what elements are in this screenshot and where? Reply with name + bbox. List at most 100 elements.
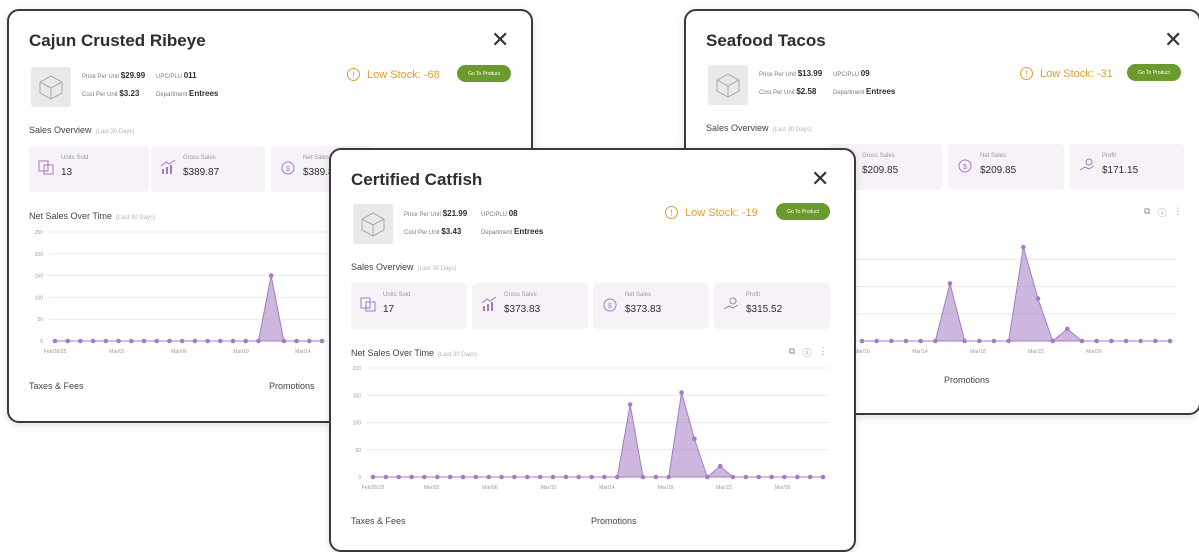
gross-sales-icon (481, 296, 497, 311)
sales-overview-heading: Sales Overview (Last 30 Days) (351, 262, 457, 272)
y-tick-label: 100 (35, 295, 44, 301)
low-stock-text: Low Stock: -19 (685, 206, 758, 219)
y-tick-label: 200 (353, 366, 362, 372)
series-area (373, 392, 823, 478)
y-tick-label: 100 (353, 421, 362, 427)
price-label: Price Per Unit (404, 212, 442, 218)
x-tick-label: Mar/06 (171, 349, 187, 355)
data-point (486, 474, 492, 480)
warning-icon: ! (665, 206, 678, 219)
x-tick-label: Mar/10 (541, 485, 557, 491)
export-icon[interactable]: ⧉ (789, 346, 795, 359)
more-icon[interactable]: ⋮ (1173, 206, 1182, 219)
data-point (977, 338, 982, 344)
series-area (55, 275, 322, 342)
data-point (807, 474, 813, 480)
stat-net-sales: $ Net Sales $373.83 (593, 283, 709, 329)
sales-overview-heading: Sales Overview (Last 30 Days) (29, 125, 135, 135)
net-sales-chart: 0 50 100 150 200 250 Feb/26/25 Mar/02 Mar/06 Mar/… (35, 230, 328, 355)
chart-tools: ⧉ ⓘ ⋮ (1144, 206, 1182, 219)
data-point (499, 474, 504, 480)
low-stock-indicator: ! Low Stock: -19 (665, 206, 758, 219)
data-point (65, 338, 71, 344)
promotions-heading: Promotions (591, 516, 637, 526)
x-tick-label: Mar/14 (912, 349, 928, 355)
stat-profit: Profit $315.52 (714, 283, 830, 329)
data-point (192, 338, 198, 344)
department-label: Department (833, 90, 865, 96)
data-point (473, 474, 479, 480)
data-point (874, 338, 879, 344)
cost-label: Cost Per Unit (82, 92, 118, 98)
data-point (179, 338, 185, 344)
data-point (666, 474, 672, 480)
data-point (319, 338, 325, 344)
data-point (889, 338, 894, 344)
upc-value: 08 (508, 209, 518, 218)
x-tick-label: Mar/26 (775, 485, 791, 491)
data-point (614, 474, 620, 480)
data-point (294, 338, 299, 344)
data-point (743, 474, 749, 480)
data-point (103, 338, 109, 344)
data-point (141, 338, 147, 344)
price-value: $29.99 (120, 71, 146, 80)
data-point (627, 402, 633, 407)
units-icon (38, 160, 54, 175)
go-to-product-button[interactable]: Go To Product (457, 65, 511, 82)
x-tick-label: Mar/26 (1086, 349, 1102, 355)
x-tick-label: Mar/02 (424, 485, 440, 491)
data-point (859, 338, 865, 344)
data-point (167, 338, 172, 344)
y-tick-label: 200 (35, 252, 44, 258)
more-icon[interactable]: ⋮ (818, 346, 827, 359)
cost-value: $3.43 (441, 227, 462, 236)
close-icon[interactable]: ✕ (491, 29, 509, 51)
price-label: Price Per Unit (759, 72, 797, 78)
upc-label: UPC/PLU (156, 74, 183, 80)
data-point (256, 338, 261, 344)
series-area (862, 247, 1170, 342)
go-to-product-button[interactable]: Go To Product (1127, 64, 1181, 81)
data-point (1153, 338, 1158, 344)
warning-icon: ! (1020, 67, 1033, 80)
x-tick-label: Feb/26/25 (44, 349, 67, 355)
product-title: Cajun Crusted Ribeye (29, 31, 206, 50)
close-icon[interactable]: ✕ (1164, 29, 1182, 51)
x-tick-label: Mar/18 (658, 485, 674, 491)
data-point (78, 338, 83, 344)
data-point (409, 474, 414, 480)
data-point (154, 338, 160, 344)
units-icon (360, 297, 376, 312)
low-stock-text: Low Stock: -68 (367, 68, 440, 81)
product-box-icon (708, 65, 748, 105)
cost-value: $2.58 (796, 87, 817, 96)
product-box-icon (353, 204, 393, 244)
go-to-product-button[interactable]: Go To Product (776, 203, 830, 220)
data-point (704, 474, 710, 480)
data-point (281, 338, 287, 344)
y-tick-label: 250 (35, 230, 44, 236)
cost-value: $3.23 (119, 89, 140, 98)
product-title: Seafood Tacos (706, 31, 826, 50)
data-point (243, 338, 249, 344)
help-icon[interactable]: ⓘ (1157, 206, 1166, 219)
data-point (1006, 338, 1011, 344)
data-point (1065, 326, 1070, 332)
data-point (52, 338, 58, 344)
data-point (306, 338, 312, 344)
export-icon[interactable]: ⧉ (1144, 206, 1150, 219)
data-point (563, 474, 569, 480)
x-tick-label: Mar/10 (233, 349, 249, 355)
department-label: Department (481, 230, 513, 236)
stat-gross-sales: Gross Sales $373.83 (472, 283, 588, 329)
close-icon[interactable]: ✕ (811, 168, 829, 190)
data-point (1021, 244, 1026, 250)
data-point (128, 338, 134, 344)
data-point (1094, 338, 1099, 344)
chart-tools: ⧉ ⓘ ⋮ (789, 346, 827, 359)
y-tick-label: 150 (353, 393, 362, 399)
taxes-fees-heading: Taxes & Fees (29, 381, 84, 391)
help-icon[interactable]: ⓘ (802, 346, 811, 359)
data-point (370, 474, 376, 480)
